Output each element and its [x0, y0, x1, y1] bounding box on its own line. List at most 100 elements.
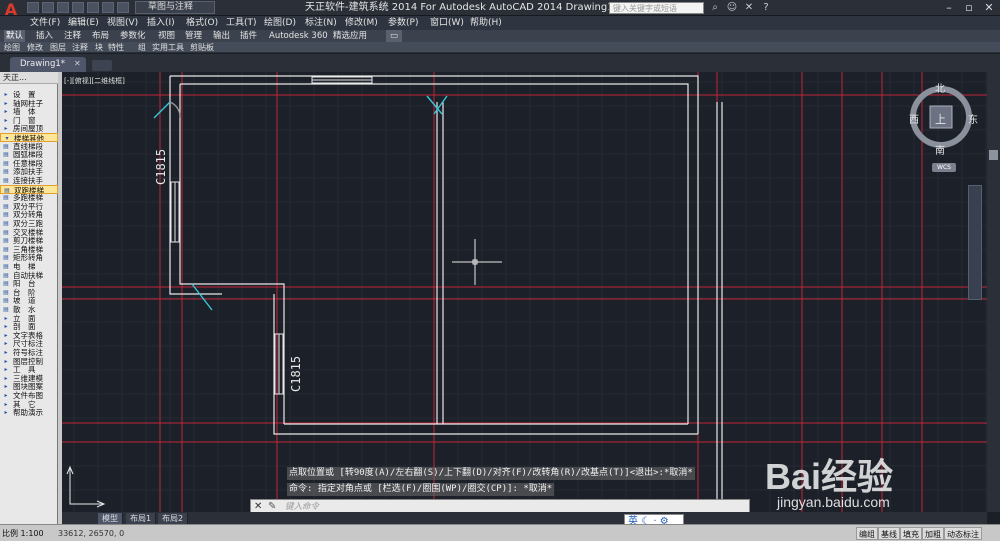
panel-draw[interactable]: 绘图	[4, 42, 20, 53]
expand-arrow-icon: ▸	[4, 91, 8, 98]
workspace-dropdown[interactable]: 草图与注释	[135, 1, 215, 14]
new-file-icon[interactable]	[27, 2, 39, 13]
print-icon[interactable]	[87, 2, 99, 13]
minimize-button[interactable]: –	[940, 0, 958, 15]
tab-default[interactable]: 默认	[4, 30, 26, 42]
search-icon[interactable]: ⌕	[708, 1, 722, 14]
expand-arrow-icon: ▸	[4, 366, 8, 374]
menu-draw[interactable]: 绘图(D)	[264, 16, 296, 30]
maximize-button[interactable]: ▫	[960, 0, 978, 15]
tool-icon: ▤	[3, 151, 9, 159]
tool-icon: ▤	[3, 263, 9, 270]
tab-annotate[interactable]: 注释	[64, 30, 81, 42]
navigation-bar[interactable]	[968, 185, 982, 300]
close-button[interactable]: ✕	[980, 0, 998, 15]
tab-autodesk-360[interactable]: Autodesk 360	[269, 30, 328, 42]
tab-view[interactable]: 视图	[158, 30, 175, 42]
panel-block[interactable]: 块	[95, 42, 103, 53]
vertical-scrollbar[interactable]	[987, 72, 1000, 512]
tool-icon: ▤	[3, 254, 9, 262]
tab-layout[interactable]: 布局	[92, 30, 109, 42]
bold-toggle[interactable]: 加粗	[922, 527, 944, 540]
menu-help[interactable]: 帮助(H)	[470, 16, 502, 30]
expand-arrow-icon: ▸	[4, 374, 8, 382]
ribbon-tab-bar: 默认 插入 注释 布局 参数化 视图 管理 输出 插件 Autodesk 360…	[0, 30, 1000, 42]
menu-view[interactable]: 视图(V)	[107, 16, 138, 30]
drawing-canvas[interactable]: [-][俯视][二维线框] C1815 C1815 北 南 东 西 上 WCS	[62, 72, 987, 512]
menu-parametric[interactable]: 参数(P)	[388, 16, 418, 30]
panel-properties[interactable]: 特性	[108, 42, 124, 53]
wcs-dropdown[interactable]: WCS	[932, 163, 956, 172]
new-tab-button[interactable]	[92, 60, 112, 71]
tab-layout1[interactable]: 布局1	[126, 513, 157, 524]
menu-dimension[interactable]: 标注(N)	[305, 16, 337, 30]
tool-icon: ▤	[3, 237, 9, 245]
menu-tools[interactable]: 工具(T)	[226, 16, 257, 30]
panel-layers[interactable]: 图层	[50, 42, 66, 53]
document-tab-bar: Drawing1* ✕	[0, 54, 1000, 72]
expand-arrow-icon: ▸	[4, 400, 8, 408]
coordinates-readout: 33612, 26570, 0	[58, 529, 125, 538]
palette-item-label: 帮助演示	[13, 408, 43, 418]
window-tag: C1815	[289, 355, 303, 392]
tool-icon: ▤	[3, 177, 9, 184]
menu-edit[interactable]: 编辑(E)	[68, 16, 99, 30]
tab-manage[interactable]: 管理	[185, 30, 202, 42]
viewcube-east[interactable]: 东	[968, 111, 978, 126]
viewcube-top-face[interactable]: 上	[935, 111, 946, 127]
panel-groups[interactable]: 组	[138, 42, 146, 53]
tab-model[interactable]: 模型	[98, 513, 123, 524]
tool-icon: ▤	[3, 228, 9, 236]
exchange-icon[interactable]: ✕	[742, 1, 756, 14]
expand-arrow-icon: ▸	[4, 108, 8, 116]
close-tab-icon[interactable]: ✕	[74, 59, 84, 69]
group-toggle[interactable]: 编组	[856, 527, 878, 540]
menu-window[interactable]: 窗口(W)	[430, 16, 464, 30]
menu-modify[interactable]: 修改(M)	[345, 16, 378, 30]
user-icon[interactable]: ☺	[725, 1, 739, 14]
redo-icon[interactable]	[117, 2, 129, 13]
tab-featured-apps[interactable]: 精选应用	[333, 30, 367, 42]
tab-layout2[interactable]: 布局2	[158, 513, 189, 524]
walls	[169, 75, 723, 512]
title-bar: A 草图与注释 天正软件-建筑系统 2014 For Autodesk Auto…	[0, 0, 1000, 19]
tab-output[interactable]: 输出	[213, 30, 230, 42]
viewcube-north[interactable]: 北	[935, 80, 945, 95]
menu-file[interactable]: 文件(F)	[30, 16, 60, 30]
palette-item[interactable]: ▸ 帮助演示	[0, 408, 58, 417]
tool-icon: ▤	[3, 211, 9, 219]
tab-parametric[interactable]: 参数化	[120, 30, 146, 42]
scrollbar-thumb[interactable]	[989, 150, 998, 160]
fill-toggle[interactable]: 填充	[900, 527, 922, 540]
expand-arrow-icon: ▸	[4, 323, 8, 331]
doors	[153, 95, 448, 311]
status-bar: 比例 1:100 33612, 26570, 0 编组 基线 填充 加粗 动态标…	[0, 524, 1000, 541]
undo-icon[interactable]	[102, 2, 114, 13]
panel-annotation[interactable]: 注释	[72, 42, 88, 53]
tab-plugins[interactable]: 插件	[240, 30, 257, 42]
tool-icon: ▤	[3, 297, 9, 305]
save-as-icon[interactable]	[72, 2, 84, 13]
expand-arrow-icon: ▸	[4, 409, 8, 417]
panel-clipboard[interactable]: 剪贴板	[190, 42, 214, 53]
menu-insert[interactable]: 插入(I)	[147, 16, 175, 30]
tool-icon: ▤	[3, 271, 9, 279]
scale-indicator[interactable]: 比例 1:100	[2, 527, 44, 540]
panel-modify[interactable]: 修改	[27, 42, 43, 53]
viewcube-south[interactable]: 南	[935, 142, 945, 157]
watermark-url: jingyan.baidu.com	[777, 494, 890, 510]
baseline-toggle[interactable]: 基线	[878, 527, 900, 540]
command-history: 点取位置或 [转90度(A)/左右翻(S)/上下翻(D)/对齐(F)/改转角(R…	[287, 467, 747, 497]
panel-utilities[interactable]: 实用工具	[152, 42, 184, 53]
help-icon[interactable]: ?	[759, 1, 773, 14]
tab-insert[interactable]: 插入	[36, 30, 53, 42]
tool-icon: ▤	[3, 202, 9, 210]
search-input[interactable]: 键入关键字或短语	[609, 2, 704, 14]
menu-format[interactable]: 格式(O)	[186, 16, 218, 30]
open-file-icon[interactable]	[42, 2, 54, 13]
save-icon[interactable]	[57, 2, 69, 13]
ribbon-toggle-icon[interactable]: ▭	[386, 30, 402, 42]
dynamic-dimension-toggle[interactable]: 动态标注	[944, 527, 982, 540]
viewport-label[interactable]: [-][俯视][二维线框]	[64, 76, 125, 86]
viewcube-west[interactable]: 西	[909, 111, 919, 126]
